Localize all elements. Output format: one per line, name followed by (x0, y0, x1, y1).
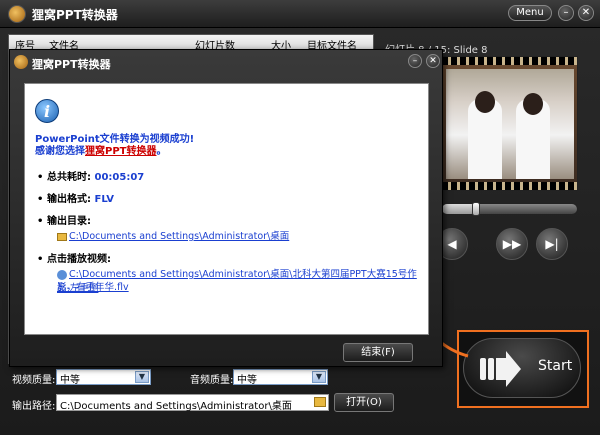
dialog-minimize-icon[interactable]: – (408, 54, 422, 68)
seek-bar[interactable] (441, 202, 578, 216)
start-label: Start (538, 358, 573, 374)
fast-forward-icon[interactable]: ▶▶ (496, 228, 528, 260)
dialog-logo-icon (14, 55, 28, 69)
chevron-down-icon[interactable]: ▼ (135, 371, 149, 383)
chevron-down-icon[interactable]: ▼ (312, 371, 326, 383)
audio-quality-label: 音频质量: (190, 375, 234, 386)
conversion-complete-dialog: 狸窝PPT转换器 – ✕ i PowerPoint文件转换为视频成功! 感谢您选… (9, 49, 443, 367)
play-video-row: • 点击播放视频: (37, 254, 111, 265)
dialog-close-icon[interactable]: ✕ (426, 54, 440, 68)
app-logo-icon (8, 5, 26, 23)
seek-handle[interactable] (471, 202, 480, 216)
menu-label: Menu (516, 7, 544, 18)
thanks-brand[interactable]: 狸窝PPT转换器 (85, 146, 156, 157)
slide-photo (446, 69, 574, 179)
close-icon[interactable]: ✕ (578, 5, 594, 21)
output-path-value: C:\Documents and Settings\Administrator\… (60, 401, 292, 412)
start-button[interactable]: Start (463, 338, 581, 398)
output-dir-row: • 输出目录: (37, 216, 91, 227)
open-button-label: 打开(O) (346, 397, 382, 408)
output-dir-label: 输出目录: (47, 216, 91, 227)
finish-button-label: 结束(F) (361, 347, 395, 358)
finish-button[interactable]: 结束(F) (343, 343, 413, 362)
format-label: 输出格式: (47, 194, 91, 205)
start-arrow-icon (480, 351, 521, 387)
start-highlight: Start (457, 330, 589, 408)
thanks-suffix: 。 (156, 146, 167, 157)
thanks-message: 感谢您选择狸窝PPT转换器。 (35, 142, 166, 157)
folder-icon[interactable] (314, 397, 326, 407)
head-left (475, 91, 495, 113)
output-dir-link[interactable]: C:\Documents and Settings\Administrator\… (57, 228, 289, 242)
app-title: 狸窝PPT转换器 (32, 8, 118, 22)
output-dir-value: C:\Documents and Settings\Administrator\… (69, 231, 290, 242)
preview-image (441, 56, 578, 191)
title-bar: 狸窝PPT转换器 Menu – ✕ (0, 0, 600, 28)
thanks-prefix: 感谢您选择 (35, 146, 85, 157)
head-right (523, 93, 543, 115)
seek-fill (442, 204, 476, 214)
output-path-field[interactable]: C:\Documents and Settings\Administrator\… (56, 394, 329, 412)
skip-end-icon[interactable]: ▶| (536, 228, 568, 260)
video-quality-select[interactable]: 中等 ▼ (56, 369, 151, 386)
format-row: • 输出格式: FLV (37, 194, 115, 205)
play-icon (57, 269, 67, 280)
video-quality-value: 中等 (60, 375, 80, 386)
play-video-path-2: 影，右手年华.flv (57, 282, 129, 293)
film-strip-top (442, 57, 577, 65)
menu-button[interactable]: Menu (508, 5, 552, 21)
video-quality-label: 视频质量: (12, 375, 56, 386)
dialog-body: i PowerPoint文件转换为视频成功! 感谢您选择狸窝PPT转换器。 • 总… (24, 83, 429, 335)
film-strip-bottom (442, 182, 577, 190)
dialog-footer: 结束(F) (10, 336, 442, 368)
folder-icon (57, 232, 67, 241)
total-time-row: • 总共耗时: 00:05:07 (37, 172, 145, 183)
total-time-value: 00:05:07 (94, 172, 145, 183)
total-time-label: 总共耗时: (47, 172, 91, 183)
audio-quality-value: 中等 (237, 375, 257, 386)
open-button[interactable]: 打开(O) (334, 393, 394, 412)
format-value: FLV (94, 194, 115, 205)
play-video-label: 点击播放视频: (47, 254, 111, 265)
play-video-link-cont[interactable]: 影，右手年华.flv (57, 279, 129, 293)
audio-quality-select[interactable]: 中等 ▼ (233, 369, 328, 386)
info-icon: i (35, 99, 59, 123)
output-path-label: 输出路径: (12, 401, 56, 412)
minimize-icon[interactable]: – (558, 5, 574, 21)
dialog-title: 狸窝PPT转换器 (32, 58, 111, 71)
